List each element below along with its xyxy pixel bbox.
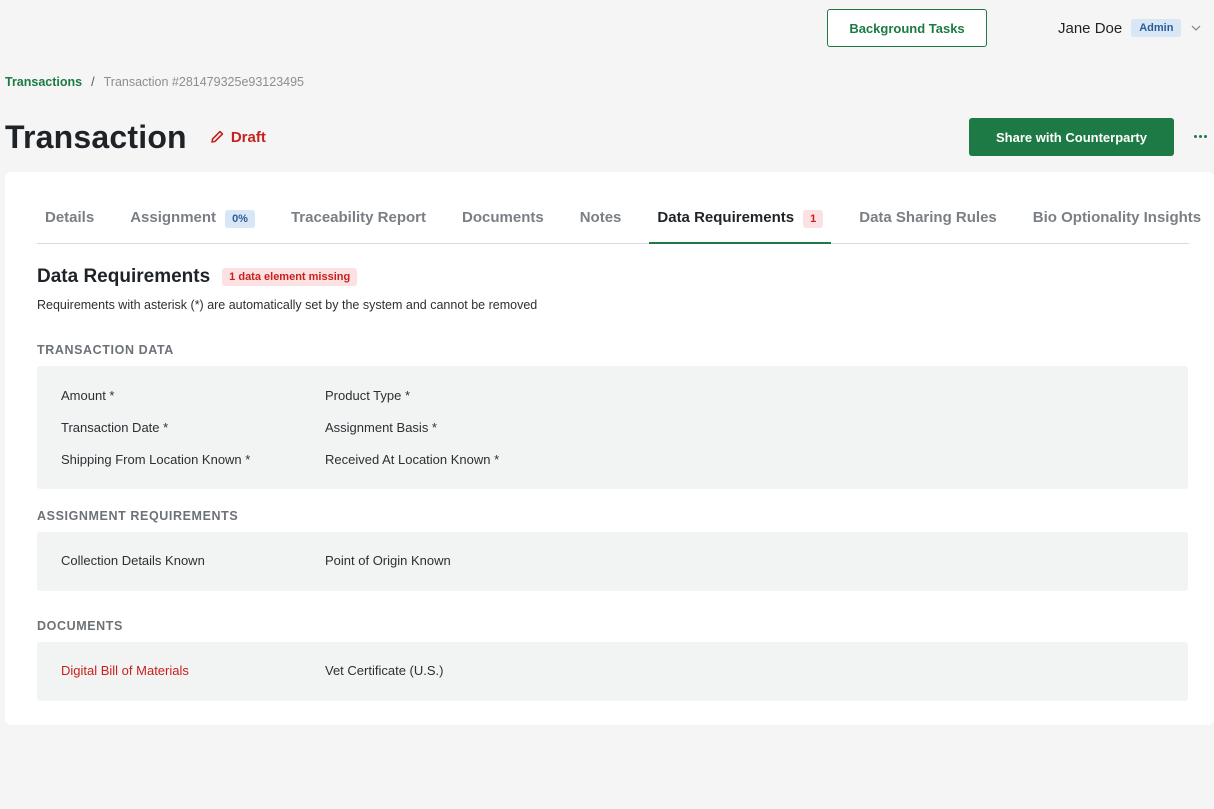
breadcrumb-current: Transaction #281479325e93123495 <box>103 75 305 89</box>
more-horizontal-icon[interactable] <box>1188 124 1212 148</box>
group-label-documents: DOCUMENTS <box>37 619 123 633</box>
top-bar: Background Tasks Jane Doe Admin <box>0 0 1214 56</box>
tab-label: Documents <box>462 209 544 226</box>
data-requirements-count-badge: 1 <box>803 210 824 228</box>
tab-label: Assignment <box>130 209 217 226</box>
documents-box: Digital Bill of Materials Vet Certificat… <box>37 642 1188 701</box>
requirement-item: Assignment Basis * <box>325 420 437 435</box>
requirement-item: Received At Location Known * <box>325 452 500 467</box>
requirement-item-missing: Digital Bill of Materials <box>61 663 189 678</box>
tab-bar: Details Assignment 0% Traceability Report… <box>37 196 1201 244</box>
breadcrumb-transactions-link[interactable]: Transactions <box>5 75 82 89</box>
user-menu[interactable]: Jane Doe Admin <box>1058 17 1203 39</box>
breadcrumb: Transactions / Transaction #281479325e93… <box>5 75 304 89</box>
chevron-down-icon[interactable] <box>1189 21 1203 35</box>
tab-notes[interactable]: Notes <box>572 196 630 243</box>
transaction-data-box: Amount * Product Type * Transaction Date… <box>37 366 1188 489</box>
page-title: Transaction <box>5 118 187 155</box>
group-label-transaction-data: TRANSACTION DATA <box>37 343 174 357</box>
tab-label: Traceability Report <box>290 209 427 226</box>
background-tasks-button[interactable]: Background Tasks <box>827 9 987 47</box>
tab-label: Details <box>45 209 95 226</box>
breadcrumb-separator: / <box>91 75 95 89</box>
tab-data-requirements[interactable]: Data Requirements 1 <box>649 196 832 244</box>
share-with-counterparty-button[interactable]: Share with Counterparty <box>969 118 1174 156</box>
pencil-icon <box>211 130 224 143</box>
role-badge: Admin <box>1131 19 1182 37</box>
requirement-item: Vet Certificate (U.S.) <box>325 663 444 678</box>
title-row: Transaction Draft <box>5 115 266 159</box>
assignment-progress-badge: 0% <box>225 210 255 228</box>
tab-traceability-report[interactable]: Traceability Report <box>283 196 434 243</box>
section-description: Requirements with asterisk (*) are autom… <box>37 298 538 312</box>
status-badge[interactable]: Draft <box>209 129 266 146</box>
section-title: Data Requirements <box>37 266 211 287</box>
tab-data-sharing-rules[interactable]: Data Sharing Rules <box>851 196 1005 243</box>
missing-elements-badge: 1 data element missing <box>222 268 358 286</box>
user-name: Jane Doe <box>1058 19 1123 37</box>
tab-label: Notes <box>579 209 622 226</box>
assignment-requirements-box: Collection Details Known Point of Origin… <box>37 532 1188 591</box>
requirement-item: Shipping From Location Known * <box>61 452 251 467</box>
tab-label: Bio Optionality Insights <box>1032 209 1202 226</box>
tab-documents[interactable]: Documents <box>454 196 552 243</box>
tab-details[interactable]: Details <box>37 196 102 243</box>
status-label: Draft <box>230 128 266 146</box>
tab-assignment[interactable]: Assignment 0% <box>122 196 263 243</box>
tab-label: Data Sharing Rules <box>859 209 997 226</box>
group-label-assignment-requirements: ASSIGNMENT REQUIREMENTS <box>37 509 239 523</box>
requirement-item: Amount * <box>61 388 115 403</box>
requirement-item: Collection Details Known <box>61 553 205 568</box>
tab-bio-optionality-insights[interactable]: Bio Optionality Insights <box>1025 196 1209 243</box>
section-header: Data Requirements 1 data element missing <box>37 266 358 288</box>
requirement-item: Product Type * <box>325 388 411 403</box>
requirement-item: Transaction Date * <box>61 420 169 435</box>
requirement-item: Point of Origin Known <box>325 553 451 568</box>
content-card: Details Assignment 0% Traceability Report… <box>5 172 1214 725</box>
tab-label: Data Requirements <box>657 209 795 226</box>
